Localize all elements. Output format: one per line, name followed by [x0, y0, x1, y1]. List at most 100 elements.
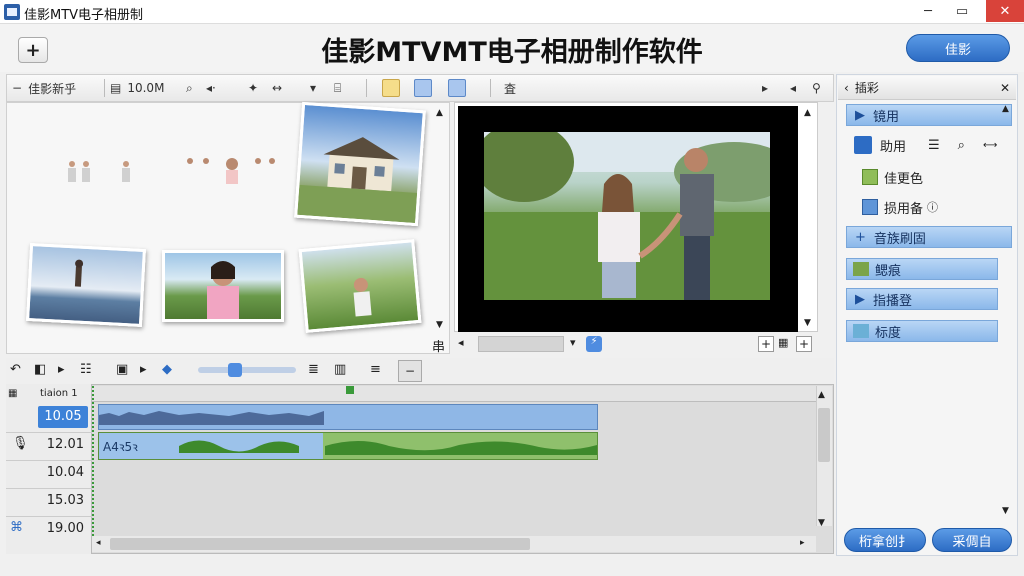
- people-thumbnail[interactable]: [184, 154, 280, 186]
- section-header[interactable]: + 音族刷固: [846, 226, 1012, 248]
- row-label: 损用备: [884, 201, 924, 217]
- section-row[interactable]: 鳃痕: [846, 258, 998, 280]
- sparkle-icon[interactable]: ✦: [248, 78, 268, 98]
- minimize-button[interactable]: ─: [912, 0, 944, 22]
- chevron-left-icon[interactable]: ‹: [844, 81, 849, 95]
- section-header[interactable]: ▶ 镜用: [846, 104, 1012, 126]
- rotate-icon[interactable]: ↔: [272, 78, 302, 98]
- list-icon[interactable]: ☷: [80, 362, 92, 377]
- panel-row[interactable]: 损用备 ⓘ: [846, 196, 1012, 218]
- scroll-down-icon[interactable]: ▼: [436, 320, 443, 330]
- scroll-right-icon[interactable]: ▸: [800, 538, 805, 548]
- row-divider: [6, 488, 92, 489]
- girl-thumbnail[interactable]: [162, 250, 284, 322]
- info-icon[interactable]: ⓘ: [927, 199, 938, 215]
- misc-button[interactable]: 査: [504, 78, 524, 98]
- marker-icon[interactable]: ◆: [162, 362, 172, 377]
- add-button[interactable]: +: [18, 37, 48, 63]
- image-icon: [853, 262, 869, 276]
- grid-small-icon[interactable]: ▦: [778, 336, 794, 352]
- time-label: 12.01: [46, 437, 84, 452]
- scroll-up-icon[interactable]: ▲: [818, 390, 825, 400]
- camera-icon[interactable]: ⌘: [10, 520, 23, 535]
- zoom-slider[interactable]: [198, 367, 296, 373]
- lake-thumbnail[interactable]: [26, 243, 146, 327]
- title-bar: [0, 0, 1024, 24]
- field-thumbnail[interactable]: [298, 239, 422, 333]
- page-title: 佳影MTVMT电子相册制作软件: [321, 37, 703, 68]
- timeline-header-label: tiaion 1: [40, 388, 78, 399]
- view-mode-button[interactable]: − 佳影新乎: [12, 78, 102, 98]
- chevron-down-icon[interactable]: ▾: [310, 78, 324, 98]
- scroll-up-icon[interactable]: ▲: [436, 108, 443, 118]
- panel-row[interactable]: 助用 ☰ ⌕ ⟷: [846, 134, 1012, 156]
- section-header[interactable]: ▶ 指播登: [846, 288, 998, 310]
- panel-scroll-down-icon[interactable]: ▼: [1002, 506, 1009, 516]
- zoom-icon[interactable]: ⌕: [186, 78, 202, 98]
- plus-icon: +: [855, 229, 866, 245]
- audio-clip[interactable]: A4ꝛ5ꝛ: [98, 432, 598, 460]
- close-button[interactable]: ✕: [986, 0, 1024, 22]
- next-icon[interactable]: ▸: [58, 362, 65, 377]
- row-label: 鳃痕: [875, 263, 902, 279]
- video-clip[interactable]: [98, 404, 598, 430]
- maximize-button[interactable]: ▭: [946, 0, 978, 22]
- microphone-icon[interactable]: 🎙: [12, 436, 29, 451]
- scrollbar-thumb[interactable]: [818, 408, 830, 462]
- prev-frame-icon[interactable]: ◂: [458, 336, 464, 349]
- bottom-button-1[interactable]: 桁拿创扌: [844, 528, 926, 552]
- toolbar-divider: [366, 79, 367, 97]
- grid-icon[interactable]: [414, 79, 432, 97]
- chevron-down-icon[interactable]: ▾: [570, 336, 576, 349]
- grid-icon[interactable]: ▥: [334, 362, 346, 377]
- crop-icon[interactable]: ▣: [116, 362, 128, 377]
- close-panel-icon[interactable]: ✕: [1000, 81, 1010, 95]
- split-icon[interactable]: ◧: [34, 362, 46, 377]
- people-thumbnail[interactable]: [64, 158, 144, 188]
- position-slider[interactable]: [478, 336, 564, 352]
- minus-button[interactable]: −: [398, 360, 422, 382]
- add-icon[interactable]: +: [796, 336, 812, 352]
- row-label: 标度: [875, 325, 902, 341]
- settings-icon[interactable]: [448, 79, 466, 97]
- right-panel-title: 插彩: [854, 81, 879, 95]
- brand-button[interactable]: 佳影: [906, 34, 1010, 62]
- zoom-in-icon[interactable]: +: [758, 336, 774, 352]
- more-icon[interactable]: ⟷: [983, 140, 997, 151]
- right-panel-header: ‹ 插彩 ✕: [838, 76, 1016, 100]
- house-thumbnail[interactable]: [294, 101, 426, 227]
- prev-icon[interactable]: ◂: [790, 78, 804, 98]
- back-icon[interactable]: ◂·: [206, 78, 236, 98]
- section-label: 音族刷固: [873, 231, 926, 247]
- tool-icon[interactable]: ≣: [308, 362, 319, 377]
- panel-scroll-up-icon[interactable]: ▲: [1002, 104, 1009, 114]
- play-icon[interactable]: ▸: [762, 78, 776, 98]
- play-icon: ▶: [855, 107, 865, 123]
- folder-icon[interactable]: [382, 79, 400, 97]
- scroll-down-icon[interactable]: ▼: [818, 518, 825, 528]
- section-row[interactable]: 标度: [846, 320, 998, 342]
- bottom-button-2[interactable]: 采倜自: [932, 528, 1012, 552]
- zoom-slider-handle[interactable]: [228, 363, 242, 377]
- time-label-selected[interactable]: 10.05: [38, 406, 88, 428]
- arrow-icon[interactable]: ▸: [140, 362, 147, 377]
- search-icon[interactable]: ⌕: [958, 138, 965, 153]
- scroll-left-icon[interactable]: ◂: [96, 538, 101, 548]
- pin-icon[interactable]: ⚲: [812, 78, 828, 98]
- preview-scroll-down-icon[interactable]: ▼: [804, 318, 811, 328]
- scrollbar-thumb[interactable]: [110, 538, 530, 550]
- marker[interactable]: [346, 386, 354, 394]
- panel-row[interactable]: 佳更色: [846, 166, 1012, 188]
- size-selector[interactable]: ▤ 10.0M: [110, 78, 182, 98]
- lightning-icon[interactable]: ⚡: [586, 336, 602, 352]
- screen-icon[interactable]: ⌸: [334, 78, 356, 98]
- preview-image: [484, 132, 770, 300]
- tool-icon[interactable]: ≡: [370, 362, 381, 377]
- undo-icon[interactable]: ↶: [10, 362, 21, 377]
- preview-scroll-up-icon[interactable]: ▲: [804, 108, 811, 118]
- preview-sub-label: 串: [432, 340, 446, 355]
- list-icon[interactable]: ☰: [928, 138, 940, 153]
- time-label: 15.03: [46, 493, 84, 508]
- row-divider: [6, 460, 92, 461]
- time-label: 19.00: [46, 521, 84, 536]
